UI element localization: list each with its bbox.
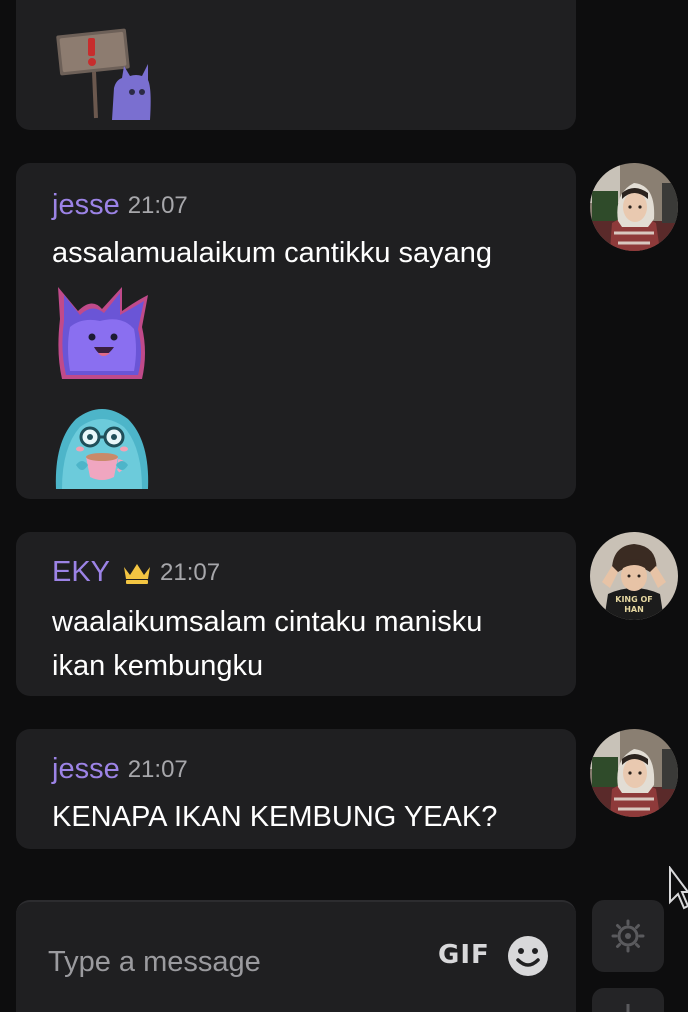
chat-screen: jesse 21:07 assalamualaikum cantikku say… [0, 0, 688, 1012]
message-text-line-1: waalaikumsalam cintaku manisku [52, 606, 483, 638]
timestamp: 21:07 [160, 558, 221, 586]
svg-text:HAN: HAN [624, 605, 644, 614]
avatar-photo [590, 163, 678, 251]
sender-avatar-jesse[interactable] [590, 729, 678, 817]
blue-creature-with-cup-sticker[interactable] [52, 391, 152, 491]
emoji-icon[interactable] [506, 934, 550, 978]
sender-avatar-eky[interactable]: KING OF HAN [590, 532, 678, 620]
svg-text:KING OF: KING OF [615, 595, 653, 604]
message-header: EKY 21:07 [52, 558, 220, 587]
camera-settings-icon [611, 919, 645, 953]
message-bubble-3: jesse 21:07 KENAPA IKAN KEMBUNG YEAK? [16, 729, 576, 849]
add-button[interactable] [592, 988, 664, 1012]
mouse-cursor-icon [669, 866, 688, 910]
sender-name[interactable]: EKY [52, 558, 110, 587]
message-bubble-top-partial [16, 0, 576, 130]
sender-name[interactable]: jesse [52, 191, 120, 220]
message-text: assalamualaikum cantikku sayang [52, 237, 493, 269]
avatar-photo [590, 729, 678, 817]
crown-icon [124, 563, 151, 584]
message-input[interactable] [48, 946, 388, 979]
avatar-photo: KING OF HAN [590, 532, 678, 620]
timestamp: 21:07 [127, 191, 188, 219]
message-composer: GIF [16, 900, 576, 1012]
gif-button[interactable]: GIF [438, 940, 490, 970]
message-bubble-1: jesse 21:07 assalamualaikum cantikku say… [16, 163, 576, 499]
message-text-line-2: ikan kembungku [52, 650, 264, 682]
sender-name[interactable]: jesse [52, 755, 120, 784]
sender-avatar-jesse[interactable] [590, 163, 678, 251]
message-header: jesse 21:07 [52, 755, 188, 784]
message-header: jesse 21:07 [52, 191, 188, 220]
camera-settings-button[interactable] [592, 900, 664, 972]
message-text: KENAPA IKAN KEMBUNG YEAK? [52, 801, 498, 833]
warning-sign-creature-sticker [56, 28, 151, 120]
plus-icon [626, 1004, 630, 1012]
message-bubble-2: EKY 21:07 waalaikumsalam cintaku manisku… [16, 532, 576, 696]
timestamp: 21:07 [127, 755, 188, 783]
purple-flame-creature-sticker[interactable] [52, 283, 152, 383]
